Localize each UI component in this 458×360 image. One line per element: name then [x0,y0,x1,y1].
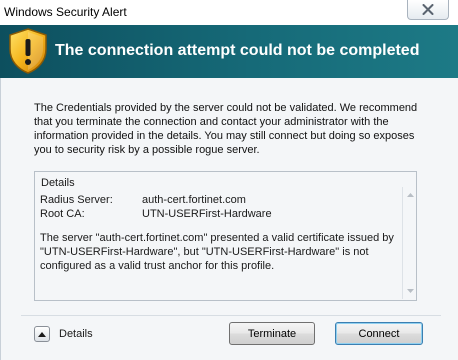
alert-header: The connection attempt could not be comp… [0,25,458,78]
details-description: The server "auth-cert.fortinet.com" pres… [40,232,394,272]
close-icon [422,4,434,15]
connect-button[interactable]: Connect [335,322,423,345]
root-ca-value: UTN-USERFirst-Hardware [142,208,272,220]
details-toggle-button[interactable] [34,326,50,342]
warning-shield-icon [9,28,47,74]
details-legend: Details [41,177,75,189]
scroll-down-icon [406,289,414,293]
security-alert-window: Windows Security Alert The connection at… [0,0,458,360]
scroll-down-arrow[interactable] [405,286,415,296]
details-scrollbar[interactable] [402,187,416,299]
title-bar: Windows Security Alert [0,0,458,25]
window-title: Windows Security Alert [4,5,127,19]
details-toggle-label[interactable]: Details [59,328,93,340]
footer-divider [21,315,441,316]
dialog-body: The Credentials provided by the server c… [0,78,458,360]
chevron-up-icon [38,331,46,337]
scroll-up-icon [406,193,414,197]
scroll-up-arrow[interactable] [405,190,415,200]
details-group: Details Radius Server: auth-cert.fortine… [34,171,417,301]
root-ca-label: Root CA: [40,208,85,220]
close-button[interactable] [407,0,449,20]
alert-heading: The connection attempt could not be comp… [55,42,420,59]
radius-server-label: Radius Server: [40,194,113,206]
terminate-button[interactable]: Terminate [229,322,315,345]
alert-message: The Credentials provided by the server c… [34,102,418,156]
radius-server-value: auth-cert.fortinet.com [142,194,246,206]
